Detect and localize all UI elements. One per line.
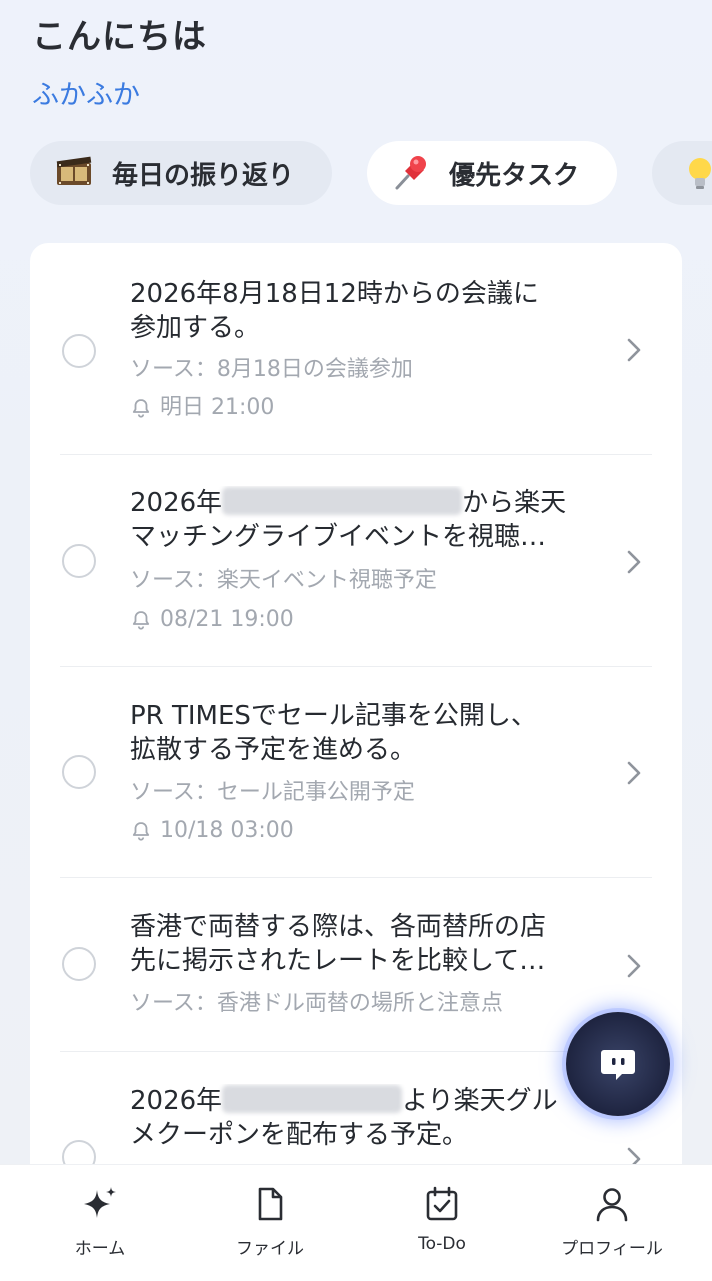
chip-daily-reflection[interactable]: 毎日の振り返り [30, 141, 332, 205]
task-complete-checkbox[interactable] [62, 947, 96, 981]
chip-label: 優先タスク [449, 160, 580, 191]
task-complete-checkbox[interactable] [62, 334, 96, 368]
username[interactable]: ふかふか [32, 78, 207, 114]
calendar-check-icon [426, 1186, 458, 1221]
tab-label: プロフィール [561, 1239, 663, 1259]
task-reminder: 10/18 03:00 [130, 816, 294, 846]
tab-todo[interactable]: To-Do [362, 1165, 522, 1281]
quick-chips: 毎日の振り返り 優先タスク [30, 141, 712, 205]
task-reminder: 明日 21:00 [130, 393, 274, 423]
task-complete-checkbox[interactable] [62, 544, 96, 578]
chevron-right-icon [627, 954, 641, 978]
lightbulb-icon [680, 153, 712, 193]
chip-label: 毎日の振り返り [112, 160, 295, 191]
task-complete-checkbox[interactable] [62, 755, 96, 789]
redacted-text [222, 487, 463, 515]
tab-home[interactable]: ホーム [20, 1165, 180, 1281]
task-source: ソース：セール記事公開予定 [130, 780, 415, 805]
tab-profile[interactable]: プロフィール [532, 1165, 692, 1281]
tab-label: To-Do [418, 1234, 466, 1254]
tab-label: ファイル [236, 1239, 304, 1259]
chip-priority-tasks[interactable]: 優先タスク [367, 141, 618, 205]
task-title: 2026年8月18日12時からの会議に 参加する。 [130, 279, 539, 343]
pushpin-icon [391, 153, 431, 193]
film-icon [54, 153, 94, 193]
task-item[interactable]: 2026年8月18日12時からの会議に 参加する。 ソース：8月18日の会議参加… [30, 243, 682, 455]
task-title: PR TIMESでセール記事を公開し、 拡散する予定を進める。 [130, 701, 537, 765]
task-reminder: 08/21 19:00 [130, 605, 294, 635]
bell-icon [132, 611, 150, 630]
chip-idea[interactable] [652, 141, 712, 205]
bell-icon [132, 399, 150, 418]
task-source: ソース：8月18日の会議参加 [130, 357, 413, 382]
task-title: 2026年 より楽天グル メクーポンを配布する予定。 [130, 1085, 558, 1150]
chevron-right-icon [627, 338, 641, 362]
task-source: ソース：楽天イベント視聴予定 [130, 568, 437, 593]
chevron-right-icon [627, 550, 641, 574]
user-icon [596, 1188, 628, 1222]
tab-files[interactable]: ファイル [190, 1165, 350, 1281]
redacted-text [222, 1085, 403, 1113]
task-source: ソース：香港ドル両替の場所と注意点 [130, 991, 503, 1016]
bell-icon [132, 822, 150, 841]
header: こんにちは ふかふか [32, 14, 207, 114]
chevron-right-icon [627, 761, 641, 785]
task-title: 香港で両替する際は、各両替所の店 先に掲示されたレートを比較して… [130, 912, 547, 976]
ai-chat-fab[interactable] [566, 1012, 670, 1116]
task-item[interactable]: 2026年 から楽天 マッチングライブイベントを視聴… ソース：楽天イベント視聴予… [30, 455, 682, 667]
greeting-title: こんにちは [32, 17, 207, 57]
chat-bubble-icon [601, 1050, 635, 1080]
bottom-tab-bar: ホーム ファイル To-Do プロフィール [0, 1164, 712, 1281]
sparkle-icon [84, 1187, 116, 1218]
tab-label: ホーム [74, 1239, 126, 1259]
task-title: 2026年 から楽天 マッチングライブイベントを視聴… [130, 487, 567, 552]
file-icon [258, 1187, 283, 1221]
task-item[interactable]: PR TIMESでセール記事を公開し、 拡散する予定を進める。 ソース：セール記… [30, 667, 682, 878]
